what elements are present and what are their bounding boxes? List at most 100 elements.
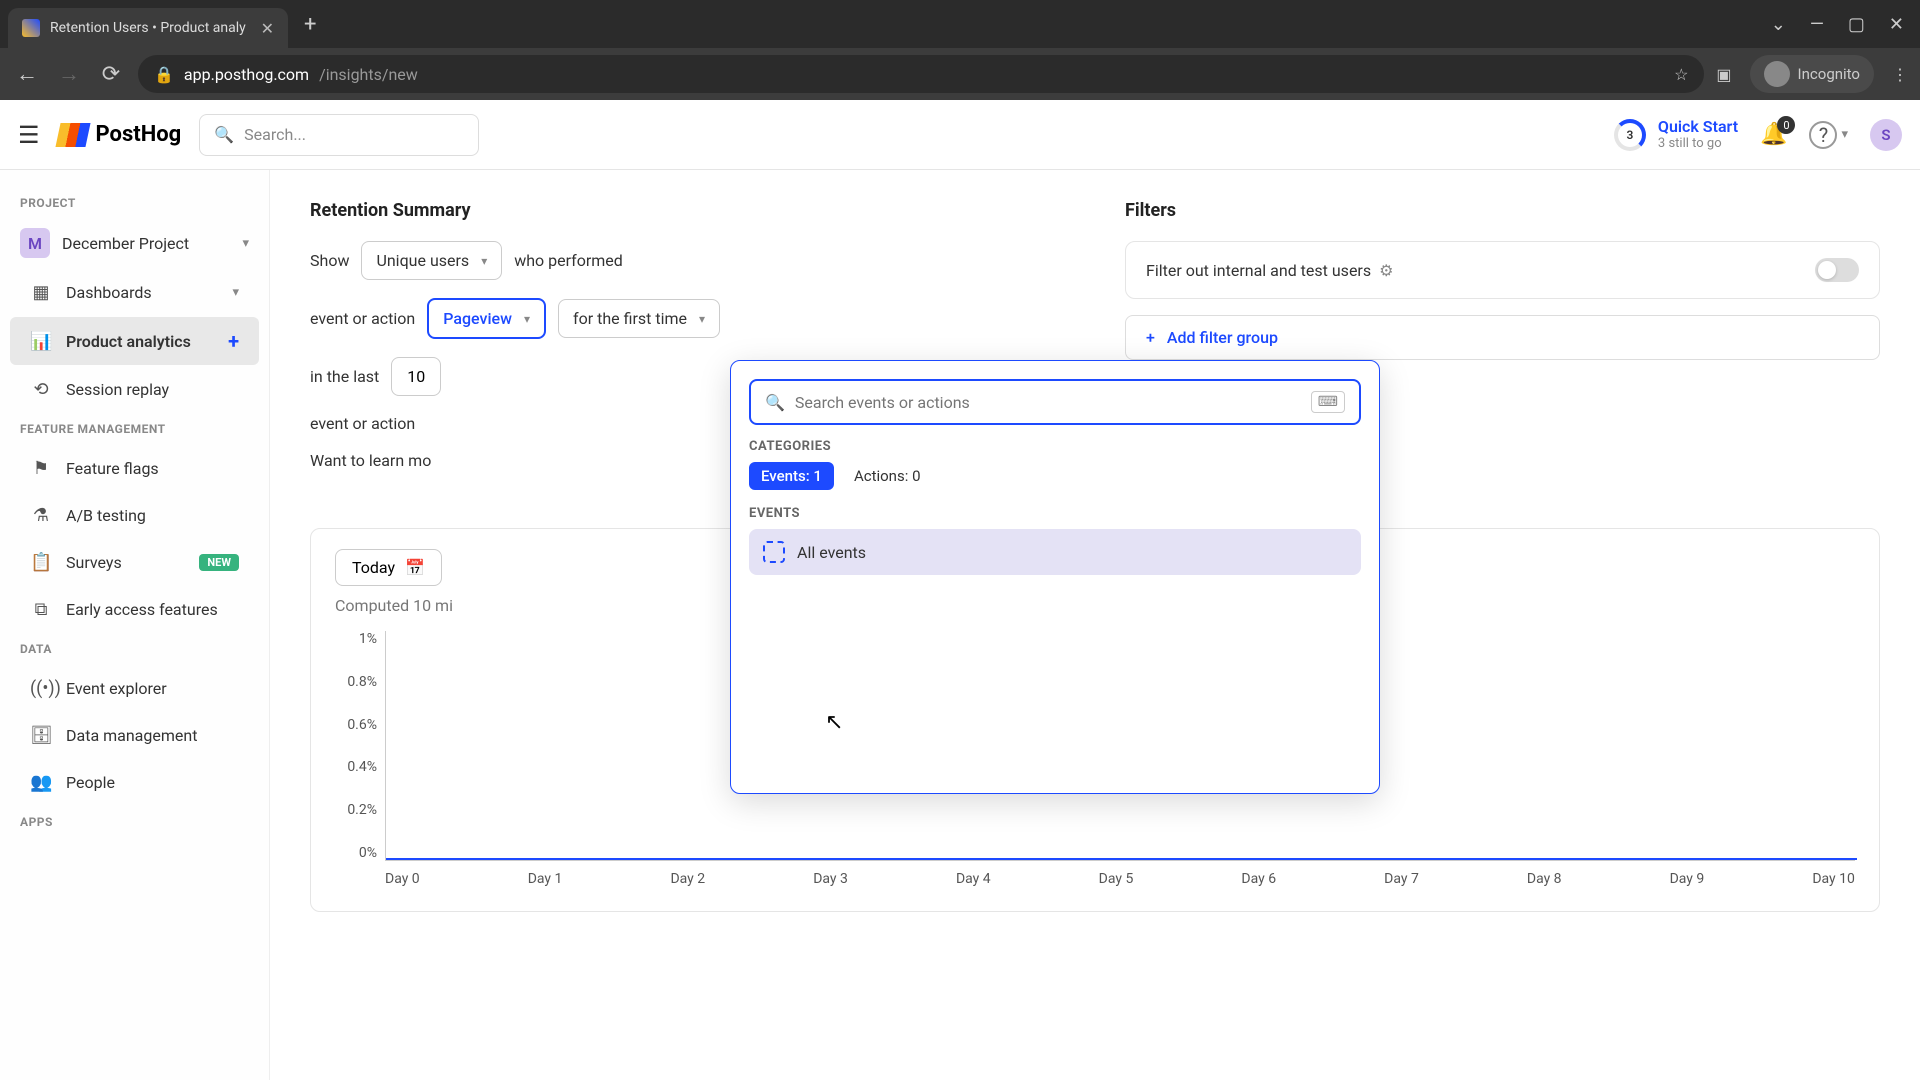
address-bar[interactable]: 🔒 app.posthog.com/insights/new ☆ [138,55,1704,93]
event-search-input[interactable] [795,393,1301,412]
menu-icon[interactable]: ⋮ [1892,65,1908,84]
filters-title: Filters [1125,200,1880,221]
who-performed-label: who performed [514,251,623,270]
period-count-input[interactable] [391,357,441,396]
minimize-icon[interactable]: ― [1810,14,1824,35]
first-time-select[interactable]: for the first time ▾ [558,299,720,338]
posthog-logo[interactable]: PostHog [58,122,182,147]
project-selector[interactable]: M December Project ▾ [0,218,269,268]
calendar-icon: 📅 [405,558,425,577]
url-path: /insights/new [319,65,418,84]
global-search-input[interactable]: 🔍 Search... [199,114,479,156]
early-access-icon: ⧉ [30,599,52,620]
close-icon[interactable]: ✕ [261,19,274,38]
sidebar-item-event-explorer[interactable]: ((•)) Event explorer [10,666,259,711]
sidebar-item-feature-flags[interactable]: ⚑ Feature flags [10,446,259,491]
event-picker-dropdown: 🔍 ⌨ CATEGORIES Events: 1 Actions: 0 EVEN… [730,360,1380,794]
reload-icon[interactable]: ⟳ [96,62,126,87]
event-or-action-label-2: event or action [310,414,415,433]
chevron-down-icon: ▾ [232,285,239,300]
sidebar-item-dashboards[interactable]: ▦ Dashboards ▾ [10,270,259,315]
categories-label: CATEGORIES [749,439,1361,454]
filter-internal-label: Filter out internal and test users [1146,261,1371,280]
maximize-icon[interactable]: ▢ [1848,14,1865,35]
quick-start-subtitle: 3 still to go [1658,136,1738,152]
chevron-down-icon: ▾ [242,236,249,251]
flask-icon: ⚗ [30,505,52,526]
events-label: EVENTS [749,506,1361,521]
events-category-chip[interactable]: Events: 1 [749,462,834,490]
gear-icon[interactable]: ⚙ [1379,261,1393,280]
in-last-label: in the last [310,367,379,386]
database-icon: 🗄 [30,725,52,746]
incognito-icon [1764,61,1790,87]
chevron-down-icon: ▾ [481,254,487,268]
retention-summary-title: Retention Summary [310,200,1065,221]
notifications-button[interactable]: 🔔 0 [1760,122,1787,147]
flag-icon: ⚑ [30,458,52,479]
filter-internal-toggle[interactable] [1815,258,1859,282]
sidebar-item-product-analytics[interactable]: 📊 Product analytics + [10,317,259,365]
date-range-button[interactable]: Today 📅 [335,549,442,586]
quick-start-title: Quick Start [1658,117,1738,136]
new-tab-button[interactable]: + [304,12,316,37]
extensions-icon[interactable]: ▣ [1716,65,1731,84]
window-close-icon[interactable]: ✕ [1889,14,1904,35]
browser-tab-strip: Retention Users • Product analy ✕ + ⌄ ― … [0,0,1920,48]
chevron-down-icon: ▾ [1841,127,1848,142]
event-search-field[interactable]: 🔍 ⌨ [749,379,1361,425]
help-icon: ? [1809,121,1837,149]
all-events-icon [763,541,785,563]
app-topbar: ☰ PostHog 🔍 Search... 3 Quick Start 3 st… [0,100,1920,170]
section-label-apps: APPS [0,807,269,837]
browser-toolbar: ← → ⟳ 🔒 app.posthog.com/insights/new ☆ ▣… [0,48,1920,100]
incognito-badge[interactable]: Incognito [1750,55,1874,93]
actions-category-chip[interactable]: Actions: 0 [842,462,933,490]
progress-ring-icon: 3 [1614,119,1646,151]
forward-icon: → [54,61,84,87]
section-label-feature-mgmt: FEATURE MANAGEMENT [0,414,269,444]
section-label-data: DATA [0,634,269,664]
main-content: Retention Summary Show Unique users ▾ wh… [270,170,1920,1080]
sidebar-item-people[interactable]: 👥 People [10,760,259,805]
sidebar-item-data-management[interactable]: 🗄 Data management [10,713,259,758]
sidebar-item-surveys[interactable]: 📋 Surveys NEW [10,540,259,585]
chevron-down-icon: ▾ [699,312,705,326]
user-avatar[interactable]: S [1870,119,1902,151]
notifications-count: 0 [1777,116,1795,134]
project-badge: M [20,228,50,258]
show-label: Show [310,251,349,270]
all-events-option[interactable]: All events [749,529,1361,575]
help-button[interactable]: ? ▾ [1809,121,1848,149]
bookmark-icon[interactable]: ☆ [1674,65,1688,84]
chart-line-dashed [1593,858,1857,860]
tab-dropdown-icon[interactable]: ⌄ [1771,14,1786,35]
sidebar-item-session-replay[interactable]: ⟲ Session replay [10,367,259,412]
survey-icon: 📋 [30,552,52,573]
dashboard-icon: ▦ [30,282,52,303]
hamburger-icon[interactable]: ☰ [18,121,40,149]
pageview-select[interactable]: Pageview ▾ [427,298,546,339]
tab-title: Retention Users • Product analy [50,20,251,36]
event-or-action-label: event or action [310,309,415,328]
people-icon: 👥 [30,772,52,793]
replay-icon: ⟲ [30,379,52,400]
posthog-favicon [22,19,40,37]
add-filter-group-button[interactable]: + Add filter group [1125,315,1880,360]
live-icon: ((•)) [30,678,52,699]
sidebar-item-early-access[interactable]: ⧉ Early access features [10,587,259,632]
unique-users-select[interactable]: Unique users ▾ [361,241,502,280]
back-icon[interactable]: ← [12,61,42,87]
sidebar-item-ab-testing[interactable]: ⚗ A/B testing [10,493,259,538]
keyboard-icon[interactable]: ⌨ [1311,391,1345,413]
learn-more-text: Want to learn mo [310,451,431,470]
chart-icon: 📊 [30,331,52,352]
quick-start-widget[interactable]: 3 Quick Start 3 still to go [1614,117,1738,152]
add-icon[interactable]: + [228,329,239,353]
url-domain: app.posthog.com [184,65,309,84]
new-badge: NEW [199,554,239,571]
lock-icon: 🔒 [154,65,174,84]
sidebar: PROJECT M December Project ▾ ▦ Dashboard… [0,170,270,1080]
search-icon: 🔍 [214,125,234,144]
browser-tab[interactable]: Retention Users • Product analy ✕ [8,8,288,48]
